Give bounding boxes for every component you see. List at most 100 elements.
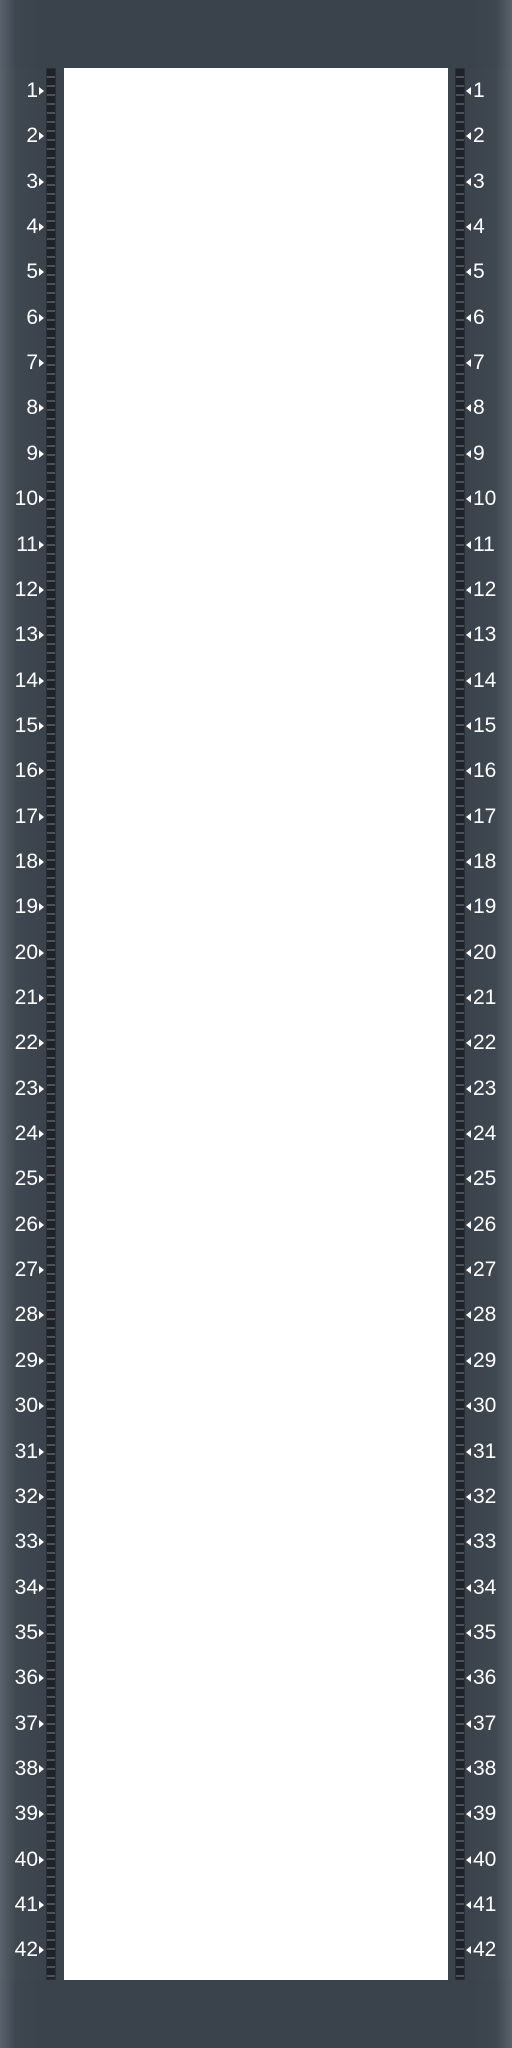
rack-unit-number: 39 xyxy=(473,1802,497,1825)
triangle-left-icon xyxy=(466,87,471,95)
rack-unit-label-left: 28 xyxy=(0,1304,44,1326)
triangle-right-icon xyxy=(39,359,44,367)
rack-unit-label-right: 30 xyxy=(466,1395,512,1417)
triangle-right-icon xyxy=(39,1720,44,1728)
rack-unit-label-left: 5 xyxy=(0,261,44,283)
rack-unit-number: 1 xyxy=(26,79,38,102)
rack-unit-number: 12 xyxy=(473,578,497,601)
triangle-left-icon xyxy=(466,1629,471,1637)
triangle-right-icon xyxy=(39,1311,44,1319)
rack-unit-number: 17 xyxy=(473,805,497,828)
rack-unit-number: 6 xyxy=(473,306,485,329)
rack-unit-number: 19 xyxy=(473,895,497,918)
triangle-left-icon xyxy=(466,1946,471,1954)
rack-unit-label-left: 8 xyxy=(0,397,44,419)
triangle-right-icon xyxy=(39,314,44,322)
right-mounting-rail xyxy=(455,68,465,1980)
rack-unit-label-right: 25 xyxy=(466,1168,512,1190)
triangle-right-icon xyxy=(39,1402,44,1410)
rack-unit-number: 28 xyxy=(14,1303,38,1326)
rack-unit-label-right: 32 xyxy=(466,1486,512,1508)
triangle-right-icon xyxy=(39,268,44,276)
triangle-left-icon xyxy=(466,1175,471,1183)
triangle-right-icon xyxy=(39,949,44,957)
rack-unit-label-left: 37 xyxy=(0,1713,44,1735)
rack-unit-number: 11 xyxy=(473,533,495,556)
triangle-right-icon xyxy=(39,1765,44,1773)
rack-unit-label-left: 34 xyxy=(0,1577,44,1599)
rack-bay[interactable] xyxy=(64,68,448,1980)
triangle-right-icon xyxy=(39,1856,44,1864)
rack-unit-number: 25 xyxy=(473,1167,497,1190)
rack-unit-label-left: 4 xyxy=(0,216,44,238)
rack-unit-label-left: 18 xyxy=(0,851,44,873)
rack-unit-label-right: 14 xyxy=(466,670,512,692)
rack-unit-label-right: 4 xyxy=(466,216,512,238)
rack-unit-number: 22 xyxy=(14,1031,38,1054)
rack-unit-label-left: 13 xyxy=(0,624,44,646)
triangle-left-icon xyxy=(466,314,471,322)
rack-unit-number: 26 xyxy=(473,1213,497,1236)
rack-unit-label-right: 1 xyxy=(466,80,512,102)
rack-unit-number: 2 xyxy=(473,124,485,147)
triangle-left-icon xyxy=(466,813,471,821)
server-rack: 1 1 2 2 3 3 4 4 5 5 6 6 7 7 8 8 9 9 10 10 11 11 12 12 13 13 14 14 15… xyxy=(0,0,512,2048)
rack-unit-number: 23 xyxy=(473,1077,497,1100)
rack-unit-label-right: 7 xyxy=(466,352,512,374)
rack-unit-number: 8 xyxy=(473,396,485,419)
rack-unit-number: 3 xyxy=(26,170,38,193)
rack-unit-label-left: 35 xyxy=(0,1622,44,1644)
rack-unit-number: 12 xyxy=(14,578,38,601)
rack-unit-number: 16 xyxy=(473,759,497,782)
rack-unit-number: 31 xyxy=(14,1440,38,1463)
rack-unit-number: 32 xyxy=(473,1485,497,1508)
triangle-left-icon xyxy=(466,132,471,140)
triangle-right-icon xyxy=(39,722,44,730)
triangle-left-icon xyxy=(466,404,471,412)
triangle-left-icon xyxy=(466,858,471,866)
rack-unit-label-right: 13 xyxy=(466,624,512,646)
rack-unit-label-right: 24 xyxy=(466,1123,512,1145)
rack-unit-label-left: 14 xyxy=(0,670,44,692)
rack-unit-label-right: 3 xyxy=(466,171,512,193)
triangle-left-icon xyxy=(466,1266,471,1274)
rack-unit-number: 25 xyxy=(14,1167,38,1190)
triangle-right-icon xyxy=(39,677,44,685)
rack-unit-number: 15 xyxy=(473,714,497,737)
rack-unit-label-right: 22 xyxy=(466,1032,512,1054)
rack-unit-number: 39 xyxy=(14,1802,38,1825)
rack-unit-number: 5 xyxy=(473,260,485,283)
rack-unit-number: 4 xyxy=(26,215,38,238)
triangle-right-icon xyxy=(39,1130,44,1138)
rack-unit-label-left: 19 xyxy=(0,896,44,918)
triangle-left-icon xyxy=(466,268,471,276)
triangle-left-icon xyxy=(466,1221,471,1229)
triangle-right-icon xyxy=(39,586,44,594)
rack-unit-label-right: 19 xyxy=(466,896,512,918)
rack-unit-number: 30 xyxy=(473,1394,497,1417)
rack-unit-label-left: 6 xyxy=(0,307,44,329)
rack-unit-label-left: 32 xyxy=(0,1486,44,1508)
triangle-right-icon xyxy=(39,495,44,503)
rack-unit-number: 20 xyxy=(473,941,497,964)
left-mounting-rail xyxy=(46,68,56,1980)
rack-unit-number: 16 xyxy=(14,759,38,782)
triangle-left-icon xyxy=(466,223,471,231)
triangle-left-icon xyxy=(466,631,471,639)
rack-unit-label-right: 28 xyxy=(466,1304,512,1326)
rack-unit-label-right: 2 xyxy=(466,125,512,147)
rack-unit-number: 20 xyxy=(14,941,38,964)
rack-unit-number: 14 xyxy=(473,669,497,692)
rack-unit-label-right: 27 xyxy=(466,1259,512,1281)
rack-unit-label-right: 16 xyxy=(466,760,512,782)
rack-unit-label-right: 34 xyxy=(466,1577,512,1599)
triangle-right-icon xyxy=(39,1221,44,1229)
rack-unit-label-left: 42 xyxy=(0,1939,44,1961)
rack-unit-number: 38 xyxy=(14,1757,38,1780)
triangle-right-icon xyxy=(39,1448,44,1456)
rack-unit-number: 3 xyxy=(473,170,485,193)
rack-unit-label-right: 10 xyxy=(466,488,512,510)
triangle-left-icon xyxy=(466,586,471,594)
rack-unit-label-left: 21 xyxy=(0,987,44,1009)
triangle-right-icon xyxy=(39,1584,44,1592)
